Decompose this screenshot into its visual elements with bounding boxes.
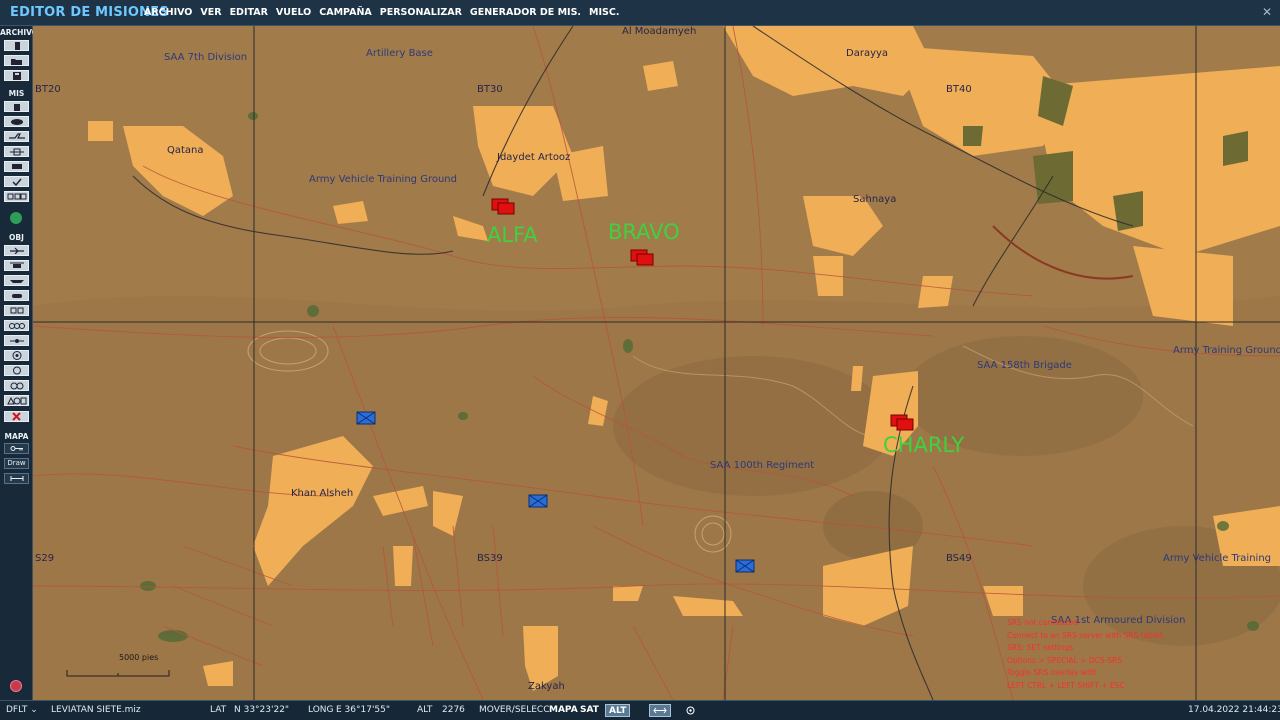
menu-campana[interactable]: CAMPAÑA [315, 0, 376, 26]
blue-unit-3 [735, 559, 755, 573]
srs-line: LEFT CTRL + LEFT SHIFT + ESC [1007, 680, 1125, 690]
date-time: 17.04.2022 21:44:23 [1188, 705, 1280, 715]
place-label: Qatana [167, 145, 204, 156]
grid-label: BT20 [35, 84, 61, 95]
ruler-icon[interactable] [4, 473, 29, 484]
add-ship-icon[interactable] [4, 275, 29, 286]
chevron-down-icon: ⌄ [30, 705, 38, 715]
srs-line: SRS: SET settings [1007, 643, 1074, 653]
menu-archivo[interactable]: ARCHIVO [140, 0, 196, 26]
mission-file-name: LEVIATAN SIETE.miz [51, 705, 141, 715]
scale-label: 5000 pies [119, 653, 159, 662]
add-template-icon[interactable] [4, 320, 29, 331]
alt-mode-button[interactable]: ALT [605, 704, 631, 717]
place-label: Jdaydet Artooz [497, 152, 571, 163]
add-plane-icon[interactable] [4, 245, 29, 256]
open-file-button[interactable] [4, 55, 29, 66]
links-icon[interactable] [4, 191, 29, 202]
place-label: Artillery Base [366, 48, 433, 59]
main-menu: ARCHIVO VER EDITAR VUELO CAMPAÑA PERSONA… [140, 0, 623, 26]
grid-label: BT40 [946, 84, 972, 95]
grid-label: BS49 [946, 553, 972, 564]
profile-select[interactable]: DFLT ⌄ [6, 705, 38, 715]
menu-ver[interactable]: VER [196, 0, 225, 26]
place-label: Army Vehicle Training [1163, 553, 1272, 564]
check-icon[interactable] [4, 176, 29, 187]
new-file-button[interactable] [4, 40, 29, 51]
blue-unit-2 [528, 494, 548, 508]
go-icon[interactable] [10, 212, 22, 224]
group-label-bravo[interactable]: BRAVO [608, 220, 680, 244]
srs-overlay: SRS not connected Connect to an SRS serv… [1007, 617, 1165, 693]
alt-label: ALT [417, 705, 433, 715]
status-bar: DFLT ⌄ LEVIATAN SIETE.miz LAT N 33°23'22… [0, 700, 1280, 720]
place-label: Al Moadamyeh [622, 26, 697, 37]
lat-label: LAT [210, 705, 227, 715]
place-label: Sahnaya [853, 194, 897, 205]
blue-unit-1 [356, 411, 376, 425]
weather-cloud-icon[interactable] [4, 116, 29, 127]
menu-personalizar[interactable]: PERSONALIZAR [376, 0, 466, 26]
add-target-icon[interactable] [4, 350, 29, 361]
place-label: Army Vehicle Training Ground [309, 174, 457, 185]
map-mode-button[interactable]: MAPA [546, 704, 581, 717]
map-link-icon[interactable] [649, 704, 671, 717]
section-mapa: MAPA [4, 432, 29, 441]
long-label: LONG [308, 705, 334, 715]
sat-mode-button[interactable]: SAT [577, 704, 602, 717]
aircraft-route-icon[interactable] [4, 131, 29, 142]
place-label: Darayya [846, 48, 889, 59]
triggers-icon[interactable] [4, 161, 29, 172]
add-zone-icon[interactable] [4, 365, 29, 376]
mode-label: MOVER/SELECC [479, 705, 550, 715]
trigger-zone-icon[interactable] [4, 146, 29, 157]
section-obj: OBJ [9, 233, 24, 242]
save-file-button[interactable] [4, 70, 29, 81]
settings-gear-icon[interactable] [682, 704, 699, 717]
add-helicopter-icon[interactable] [4, 260, 29, 271]
left-toolbar: ARCHIVO MIS OBJ MAPA Draw [0, 26, 39, 700]
group-label-alfa[interactable]: ALFA [487, 223, 538, 247]
srs-line: SRS not connected [1007, 618, 1079, 627]
alt-value: 2276 [442, 705, 465, 715]
shapes-icon[interactable] [4, 395, 29, 406]
delete-icon[interactable] [4, 411, 29, 422]
place-label: SAA 158th Brigade [977, 360, 1072, 371]
section-archivo: ARCHIVO [0, 28, 39, 37]
section-mis: MIS [8, 89, 25, 98]
menu-generador[interactable]: GENERADOR DE MIS. [466, 0, 585, 26]
exit-icon[interactable] [10, 680, 22, 692]
profile-value: DFLT [6, 705, 28, 715]
add-waypoint-icon[interactable] [4, 335, 29, 346]
place-label: SAA 7th Division [164, 52, 248, 63]
srs-line: Options > SPECIAL > DCS-SRS [1007, 655, 1123, 665]
place-label: Army Training Ground [1173, 345, 1280, 356]
add-link-icon[interactable] [4, 380, 29, 391]
srs-line: Connect to an SRS server with SRS tablet… [1007, 630, 1166, 640]
draw-button[interactable]: Draw [4, 458, 29, 469]
group-label-charly[interactable]: CHARLY [883, 433, 964, 457]
title-bar: EDITOR DE MISIONES ARCHIVO VER EDITAR VU… [0, 0, 1280, 26]
menu-misc[interactable]: MISC. [585, 0, 623, 26]
map-key-icon[interactable] [4, 443, 29, 454]
place-label: SAA 100th Regiment [710, 460, 815, 471]
add-ground-unit-icon[interactable] [4, 290, 29, 301]
place-label: Zakyah [528, 681, 565, 692]
lat-value: N 33°23'22" [234, 705, 290, 715]
map-canvas[interactable] [33, 26, 1280, 700]
menu-vuelo[interactable]: VUELO [272, 0, 315, 26]
mission-trash-icon[interactable] [4, 101, 29, 112]
grid-label: BT30 [477, 84, 503, 95]
long-value: E 36°17'55" [336, 705, 391, 715]
close-icon[interactable]: ✕ [1262, 5, 1272, 19]
srs-line: Toggle SRS overlay with [1007, 668, 1097, 678]
grid-label: S29 [35, 553, 55, 564]
add-static-icon[interactable] [4, 305, 29, 316]
map-view[interactable]: BT20 BT30 BT40 S29 BS39 BS49 SAA 7th Div… [33, 26, 1280, 700]
grid-label: BS39 [477, 553, 503, 564]
place-label: Khan Alsheh [291, 488, 354, 499]
menu-editar[interactable]: EDITAR [226, 0, 272, 26]
